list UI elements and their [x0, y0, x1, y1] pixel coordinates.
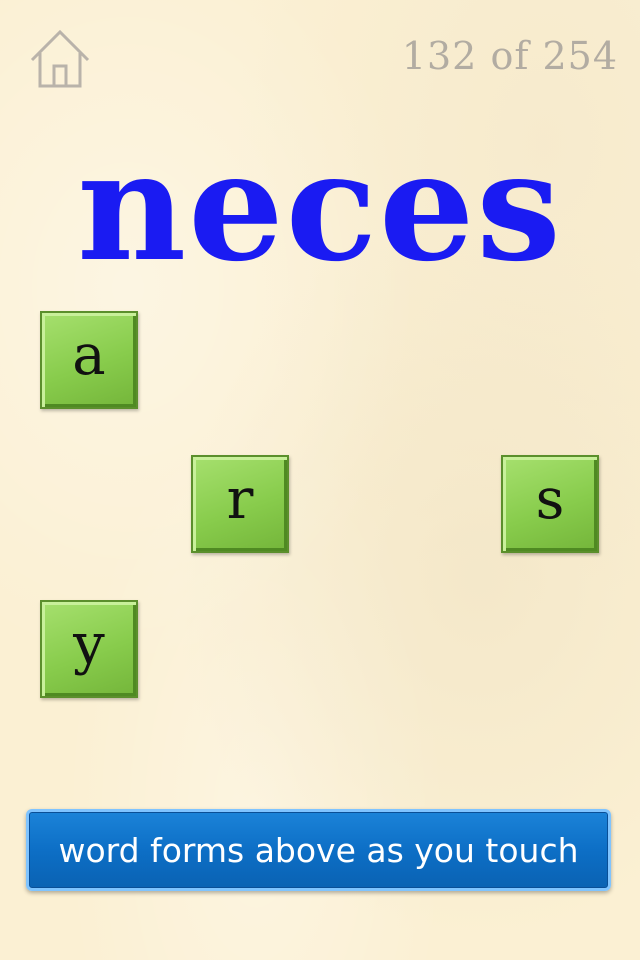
home-icon [28, 26, 92, 90]
tile-letter: y [73, 612, 105, 677]
letter-tile-a[interactable]: a [40, 311, 138, 409]
tile-letter: s [535, 467, 565, 532]
letter-tile-r[interactable]: r [191, 455, 289, 553]
hint-text: word forms above as you touch [58, 830, 579, 870]
progress-counter: 132 of 254 [401, 34, 618, 78]
tile-letter: r [226, 467, 254, 532]
letter-tile-s[interactable]: s [501, 455, 599, 553]
home-button[interactable] [28, 26, 92, 90]
partial-word: neces [77, 119, 563, 295]
tile-letter: a [72, 323, 106, 388]
hint-bar[interactable]: word forms above as you touch [26, 809, 611, 891]
letter-tile-y[interactable]: y [40, 600, 138, 698]
